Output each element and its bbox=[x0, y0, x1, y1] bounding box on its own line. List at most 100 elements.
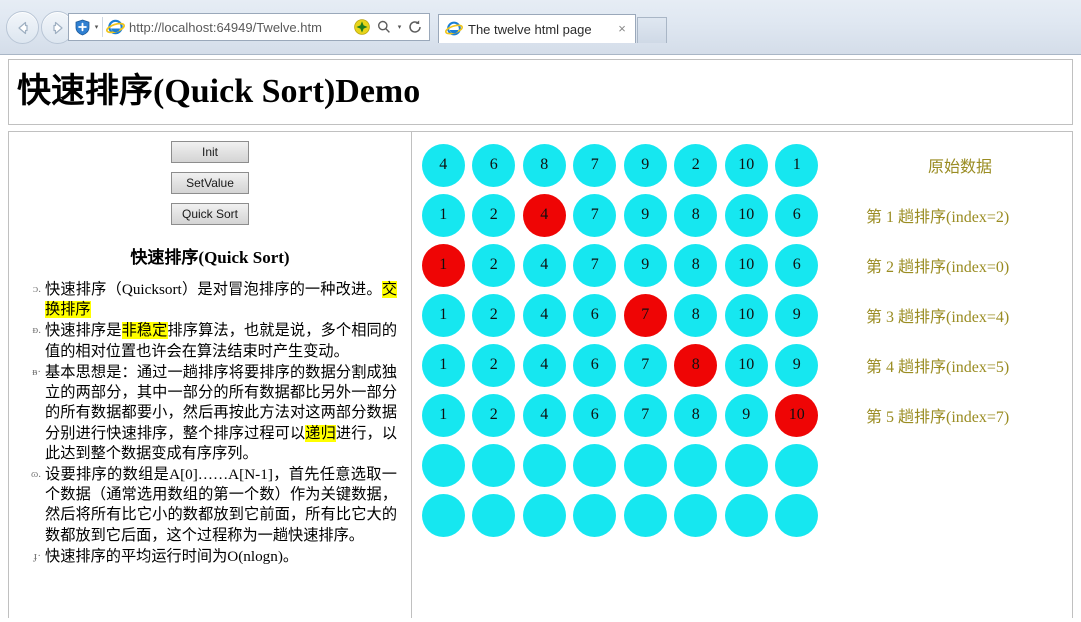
value-circle[interactable] bbox=[421, 493, 465, 537]
value-circle[interactable]: 2 bbox=[472, 393, 516, 437]
init-button[interactable]: Init bbox=[171, 141, 249, 163]
value-circle[interactable] bbox=[724, 443, 768, 487]
value-circle[interactable] bbox=[522, 443, 566, 487]
tracking-protection-shield-icon[interactable] bbox=[72, 17, 92, 37]
left-panel: Init SetValue Quick Sort 快速排序(Quick Sort) … bbox=[9, 132, 412, 618]
value-cell: 1 bbox=[418, 343, 469, 387]
value-circle[interactable] bbox=[472, 493, 516, 537]
value-circle[interactable]: 2 bbox=[472, 343, 516, 387]
value-circle[interactable] bbox=[775, 493, 819, 537]
address-bar[interactable]: ▾ http://localhost:64949/Twelve.htm ▾ bbox=[68, 13, 430, 41]
value-circle[interactable]: 7 bbox=[573, 193, 617, 237]
value-circle[interactable]: 4 bbox=[522, 243, 566, 287]
setvalue-button[interactable]: SetValue bbox=[171, 172, 249, 194]
value-circle[interactable]: 4 bbox=[522, 343, 566, 387]
sort-pass-label: 第 5 趟排序(index=7) bbox=[866, 409, 1010, 426]
value-circle[interactable]: 6 bbox=[573, 393, 617, 437]
value-cell bbox=[721, 493, 772, 537]
pivot-value-circle[interactable]: 10 bbox=[775, 393, 819, 437]
value-cells: 1 2 4 6 7 8 9 10 bbox=[418, 393, 822, 437]
value-circle[interactable] bbox=[724, 493, 768, 537]
value-circle[interactable] bbox=[573, 493, 617, 537]
value-cell: 7 bbox=[570, 193, 621, 237]
value-cell: 4 bbox=[519, 393, 570, 437]
value-cell: 1 bbox=[418, 243, 469, 287]
close-icon[interactable]: × bbox=[615, 22, 629, 36]
search-dropdown-caret-icon[interactable]: ▾ bbox=[395, 17, 404, 37]
value-circle[interactable]: 7 bbox=[623, 393, 667, 437]
value-cells: 1 2 4 6 7 8 10 9 bbox=[418, 343, 822, 387]
value-circle[interactable]: 10 bbox=[724, 193, 768, 237]
search-magnifier-icon[interactable] bbox=[373, 16, 395, 38]
value-circle[interactable]: 1 bbox=[421, 343, 465, 387]
value-circle[interactable] bbox=[472, 443, 516, 487]
value-circle[interactable] bbox=[775, 443, 819, 487]
value-circle[interactable]: 1 bbox=[775, 143, 819, 187]
compatibility-view-icon[interactable] bbox=[351, 16, 373, 38]
value-circle[interactable]: 6 bbox=[775, 193, 819, 237]
value-circle[interactable]: 1 bbox=[421, 193, 465, 237]
value-circle[interactable]: 9 bbox=[623, 243, 667, 287]
value-circle[interactable]: 1 bbox=[421, 293, 465, 337]
value-cell: 9 bbox=[772, 293, 823, 337]
value-circle[interactable]: 7 bbox=[573, 143, 617, 187]
value-circle[interactable]: 2 bbox=[472, 293, 516, 337]
value-circle[interactable] bbox=[674, 493, 718, 537]
value-circle[interactable] bbox=[674, 443, 718, 487]
value-cell bbox=[570, 493, 621, 537]
sort-pass-row bbox=[418, 490, 1072, 540]
value-circle[interactable]: 4 bbox=[522, 293, 566, 337]
value-circle[interactable]: 4 bbox=[522, 393, 566, 437]
value-circle[interactable]: 10 bbox=[724, 293, 768, 337]
new-tab-button[interactable] bbox=[637, 17, 667, 43]
value-circle[interactable]: 8 bbox=[674, 243, 718, 287]
value-cells bbox=[418, 493, 822, 537]
value-circle[interactable]: 8 bbox=[674, 293, 718, 337]
quick-sort-button[interactable]: Quick Sort bbox=[171, 203, 249, 225]
value-circle[interactable] bbox=[623, 493, 667, 537]
pivot-value-circle[interactable]: 4 bbox=[522, 193, 566, 237]
fact-text: 快速排序的平均运行时间为O(nlogn)。 bbox=[45, 547, 299, 565]
value-circle[interactable]: 6 bbox=[472, 143, 516, 187]
value-circle[interactable]: 6 bbox=[573, 293, 617, 337]
value-circle[interactable]: 9 bbox=[775, 293, 819, 337]
value-circle[interactable]: 8 bbox=[674, 393, 718, 437]
value-circle[interactable] bbox=[623, 443, 667, 487]
value-circle[interactable]: 9 bbox=[775, 343, 819, 387]
value-cell: 2 bbox=[469, 243, 520, 287]
value-circle[interactable]: 7 bbox=[573, 243, 617, 287]
value-circle[interactable]: 9 bbox=[724, 393, 768, 437]
value-circle[interactable]: 6 bbox=[775, 243, 819, 287]
value-cell: 10 bbox=[721, 143, 772, 187]
value-circle[interactable] bbox=[421, 443, 465, 487]
value-circle[interactable]: 6 bbox=[573, 343, 617, 387]
tab-the-twelve-html-page[interactable]: The twelve html page × bbox=[438, 14, 636, 43]
value-circle[interactable]: 1 bbox=[421, 393, 465, 437]
value-cell: 6 bbox=[772, 193, 823, 237]
pivot-value-circle[interactable]: 1 bbox=[421, 243, 465, 287]
value-circle[interactable]: 7 bbox=[623, 343, 667, 387]
shield-dropdown-caret-icon[interactable]: ▾ bbox=[92, 17, 101, 37]
back-button[interactable] bbox=[6, 11, 39, 44]
refresh-icon[interactable] bbox=[404, 16, 426, 38]
value-circle[interactable] bbox=[573, 443, 617, 487]
value-circle[interactable]: 4 bbox=[421, 143, 465, 187]
value-circle[interactable]: 8 bbox=[522, 143, 566, 187]
value-circle[interactable]: 2 bbox=[472, 193, 516, 237]
navigation-buttons bbox=[6, 11, 74, 44]
value-circle[interactable]: 10 bbox=[724, 143, 768, 187]
value-cell: 4 bbox=[519, 193, 570, 237]
value-circle[interactable]: 10 bbox=[724, 243, 768, 287]
value-cell bbox=[671, 443, 722, 487]
value-circle[interactable]: 9 bbox=[623, 193, 667, 237]
value-circle[interactable] bbox=[522, 493, 566, 537]
value-circle[interactable]: 2 bbox=[674, 143, 718, 187]
value-circle[interactable]: 2 bbox=[472, 243, 516, 287]
value-circle[interactable]: 10 bbox=[724, 343, 768, 387]
value-circle[interactable]: 9 bbox=[623, 143, 667, 187]
fact-text: 快速排序（Quicksort）是对冒泡排序的一种改进。 bbox=[45, 281, 382, 298]
pivot-value-circle[interactable]: 8 bbox=[674, 343, 718, 387]
pivot-value-circle[interactable]: 7 bbox=[623, 293, 667, 337]
value-cell: 1 bbox=[418, 293, 469, 337]
value-circle[interactable]: 8 bbox=[674, 193, 718, 237]
